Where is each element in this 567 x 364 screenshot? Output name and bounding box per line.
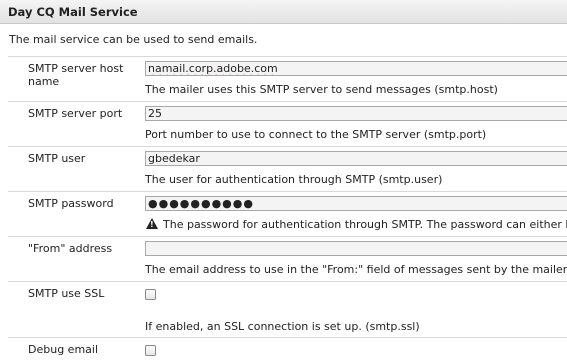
row-smtp-user: SMTP user gbedekar The user for authenti… bbox=[8, 146, 567, 192]
debug-email-checkbox[interactable] bbox=[145, 345, 156, 356]
smtp-user-label: SMTP user bbox=[28, 152, 86, 165]
from-address-help: The email address to use in the "From:" … bbox=[145, 263, 567, 276]
row-smtp-host: SMTP server host name namail.corp.adobe.… bbox=[8, 56, 567, 102]
smtp-ssl-label: SMTP use SSL bbox=[28, 287, 105, 300]
smtp-host-input[interactable]: namail.corp.adobe.com bbox=[145, 61, 567, 76]
row-smtp-password: SMTP password ●●●●●●●●●● The password fo… bbox=[8, 191, 567, 237]
smtp-password-help: The password for authentication through … bbox=[163, 218, 567, 231]
debug-email-label: Debug email bbox=[28, 343, 99, 356]
smtp-password-label: SMTP password bbox=[28, 197, 114, 210]
smtp-host-value: namail.corp.adobe.com bbox=[148, 62, 278, 75]
row-smtp-port: SMTP server port 25 Port number to use t… bbox=[8, 101, 567, 147]
smtp-host-help: The mailer uses this SMTP server to send… bbox=[145, 83, 498, 96]
smtp-port-input[interactable]: 25 bbox=[145, 106, 567, 121]
smtp-user-value: gbedekar bbox=[148, 152, 200, 165]
panel-description: The mail service can be used to send ema… bbox=[9, 33, 258, 46]
warning-icon bbox=[146, 218, 158, 229]
row-smtp-ssl: SMTP use SSL If enabled, an SSL connecti… bbox=[8, 281, 567, 338]
from-address-label: "From" address bbox=[28, 242, 113, 255]
smtp-port-label: SMTP server port bbox=[28, 107, 123, 120]
smtp-user-help: The user for authentication through SMTP… bbox=[145, 173, 443, 186]
panel-title: Day CQ Mail Service bbox=[8, 5, 138, 19]
smtp-password-value: ●●●●●●●●●● bbox=[148, 197, 254, 210]
row-debug-email: Debug email bbox=[8, 337, 567, 364]
smtp-host-label: SMTP server host name bbox=[28, 62, 124, 88]
smtp-port-help: Port number to use to connect to the SMT… bbox=[145, 128, 487, 141]
smtp-ssl-checkbox[interactable] bbox=[145, 289, 156, 300]
from-address-input[interactable] bbox=[145, 241, 567, 256]
panel-titlebar: Day CQ Mail Service bbox=[0, 0, 567, 24]
smtp-password-input[interactable]: ●●●●●●●●●● bbox=[145, 196, 567, 211]
row-from-address: "From" address The email address to use … bbox=[8, 236, 567, 282]
smtp-password-help-row: The password for authentication through … bbox=[145, 218, 567, 231]
smtp-port-value: 25 bbox=[148, 107, 162, 120]
smtp-ssl-help: If enabled, an SSL connection is set up.… bbox=[145, 320, 420, 333]
smtp-user-input[interactable]: gbedekar bbox=[145, 151, 567, 166]
